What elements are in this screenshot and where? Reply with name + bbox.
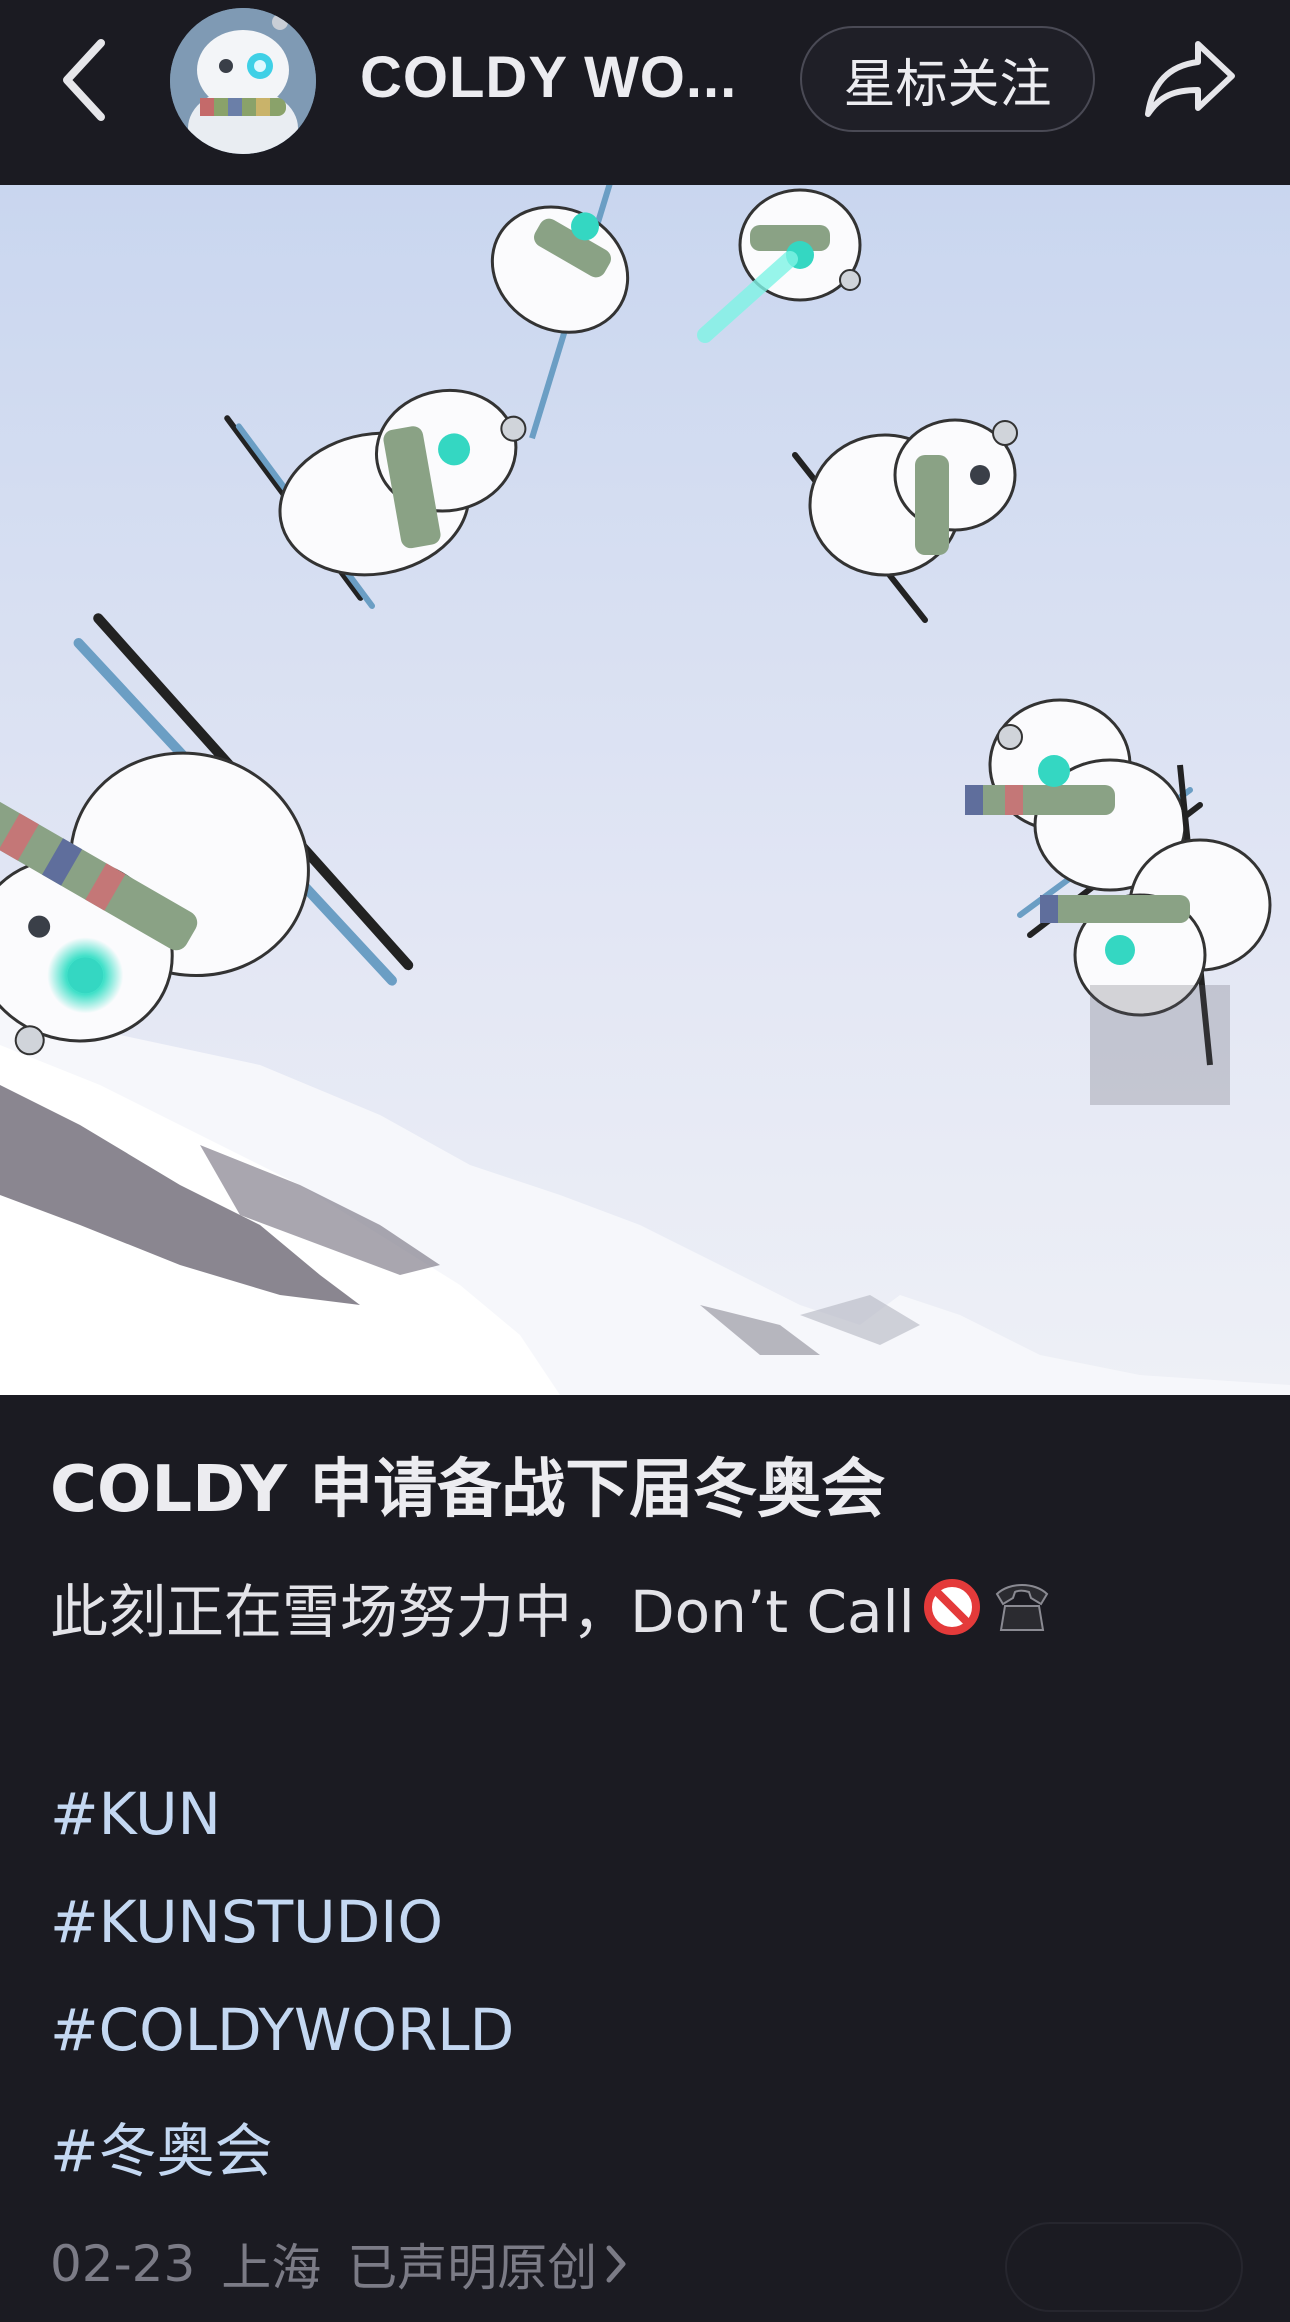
top-bar: COLDY WO... 星标关注 (0, 0, 1290, 185)
avatar-coldy-icon (170, 8, 316, 154)
post-date: 02-23 (50, 2235, 196, 2293)
account-name[interactable]: COLDY WO... (360, 44, 760, 111)
chevron-left-icon (63, 39, 105, 121)
skiing-snowmen-illustration (0, 185, 1290, 1395)
hashtag-link[interactable]: #KUN (50, 1780, 750, 1848)
hashtag-link[interactable]: #KUNSTUDIO (50, 1888, 750, 1956)
post-title: COLDY 申请备战下届冬奥会 (50, 1453, 886, 1527)
chevron-right-icon[interactable] (603, 2242, 629, 2286)
prohibited-icon (921, 1576, 983, 1638)
hashtag-link[interactable]: #冬奥会 (50, 2104, 750, 2188)
post-description-text: 此刻正在雪场努力中，Don’t Call (50, 1578, 915, 1646)
post-location: 上海 (221, 2239, 322, 2297)
faded-action-pill (1005, 2222, 1243, 2312)
share-arrow-icon (1145, 41, 1235, 117)
avatar[interactable] (170, 8, 316, 154)
telephone-icon (989, 1576, 1055, 1638)
back-button[interactable] (40, 30, 130, 130)
post-description: 此刻正在雪场努力中，Don’t Call (50, 1565, 1250, 1649)
post-image[interactable] (0, 185, 1290, 1395)
original-declaration-link[interactable]: 已声明原创 (347, 2228, 597, 2300)
hashtag-link[interactable]: #COLDYWORLD (50, 1996, 750, 2064)
post-meta: 02-23 上海 已声明原创 (50, 2228, 950, 2300)
star-follow-button[interactable]: 星标关注 (800, 26, 1095, 132)
share-button[interactable] (1135, 28, 1245, 128)
